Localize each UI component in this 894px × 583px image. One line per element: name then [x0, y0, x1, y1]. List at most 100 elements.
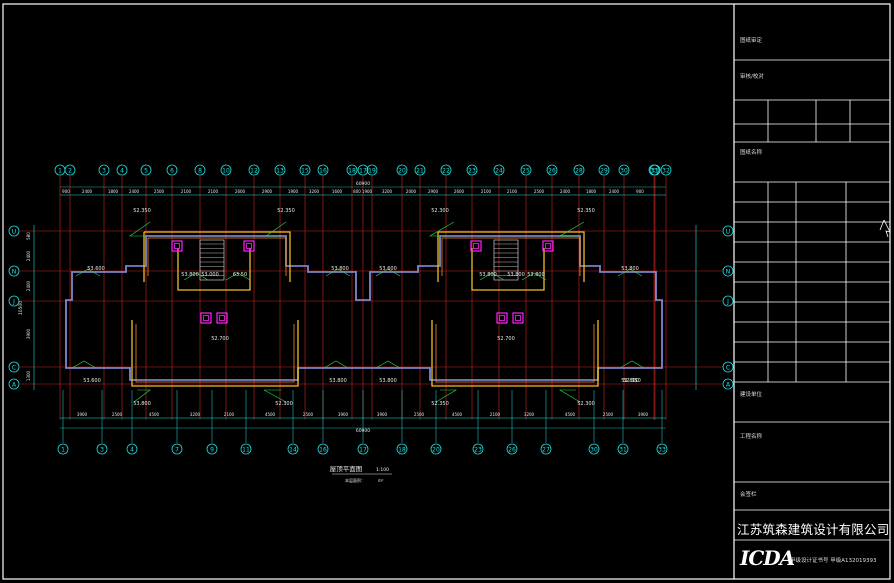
drawing-title: 屋顶平面图 [330, 465, 363, 473]
axis-label-top: 32 [662, 168, 670, 175]
roof-outline-inner [65, 235, 663, 381]
elevation-label: 52.300 [275, 401, 293, 407]
parapet-inner [135, 324, 295, 383]
roof-vent [243, 240, 255, 252]
dimension-label-top: 900 [636, 189, 644, 194]
axis-label-top: 19 [368, 168, 376, 175]
axis-label-right: A [726, 382, 731, 389]
elevation-label: 52.350 [277, 208, 295, 214]
roof-vent [216, 312, 228, 324]
dimension-label-top: 3200 [382, 189, 393, 194]
dimension-label-top: 1800 [586, 189, 597, 194]
dimension-label-bottom: 3900 [377, 412, 388, 417]
axis-label-top: 30 [620, 168, 628, 175]
roof-vent-inner [545, 243, 551, 249]
roof-vent-inner [515, 315, 521, 321]
dimension-label-bottom: 2500 [603, 412, 614, 417]
dimension-label-top: 2400 [82, 189, 93, 194]
cursor-icon [879, 219, 891, 238]
roof-vent-inner [219, 315, 225, 321]
roof-vent-inner [203, 315, 209, 321]
dimension-label-bottom: 3900 [77, 412, 88, 417]
axis-label-bottom: 20 [432, 447, 440, 454]
axis-label-top: 6 [170, 168, 174, 175]
dimension-label-top: 2900 [428, 189, 439, 194]
axis-label-top: 29 [600, 168, 608, 175]
drawing-subtitle-value: m² [378, 478, 384, 483]
dimension-label-bottom: 2500 [112, 412, 123, 417]
parapet-wall [177, 248, 251, 291]
axis-label-bottom: 17 [359, 447, 367, 454]
parapet-wall [471, 248, 545, 291]
axis-label-bottom: 31 [619, 447, 627, 454]
dimension-total-bottom: 60900 [356, 428, 370, 434]
dimension-label-top: 2400 [609, 189, 620, 194]
elevation-label: 53.800 [379, 378, 397, 384]
tb-field-signoff: 会签栏 [740, 492, 757, 498]
axis-label-right: J [726, 299, 729, 306]
axis-label-left: J [12, 299, 15, 306]
axis-label-top: 3 [102, 168, 106, 175]
dimension-label-top: 2500 [534, 189, 545, 194]
tb-field-project: 工程名称 [740, 434, 763, 440]
axis-label-top: 25 [522, 168, 530, 175]
dimension-label-top: 800 [353, 189, 361, 194]
axis-label-bottom: 30 [590, 447, 598, 454]
elevation-label: 53.800 [621, 266, 639, 272]
roof-vent-inner [473, 243, 479, 249]
axis-label-top: 10 [222, 168, 230, 175]
axis-label-bottom: 33 [658, 447, 666, 454]
axis-label-top: 20 [398, 168, 406, 175]
elevation-label: 53.600 [379, 266, 397, 272]
axis-label-bottom: 16 [319, 447, 327, 454]
tb-field-approval: 图纸审定 [740, 38, 763, 44]
elevation-label: 52.350 [623, 378, 641, 384]
axis-label-bottom: 27 [542, 447, 550, 454]
axis-label-bottom: 7 [175, 447, 179, 454]
parapet-inner [442, 237, 581, 276]
axis-label-bottom: 26 [508, 447, 516, 454]
elevation-label: 53.600 [87, 266, 105, 272]
elevation-label: 53.800 [329, 378, 347, 384]
axis-label-top: 21 [416, 168, 424, 175]
dimension-label-bottom: 4500 [565, 412, 576, 417]
dimension-label-top: 900 [62, 189, 70, 194]
axis-label-bottom: 3 [100, 447, 104, 454]
parapet-wall [131, 320, 299, 387]
tb-field-client: 建设单位 [740, 392, 763, 398]
roof-vent-inner [246, 243, 252, 249]
axis-label-top: 12 [250, 168, 258, 175]
parapet-inner [148, 237, 287, 276]
elevation-label: 52.350 [431, 401, 449, 407]
dimension-label-bottom: 3200 [524, 412, 535, 417]
elevation-label: 53.800 [133, 401, 151, 407]
drainage-slope-marker [428, 221, 455, 237]
axis-label-top: 24 [495, 168, 503, 175]
drainage-slope-marker [129, 221, 151, 237]
dimension-label-left: 2400 [26, 250, 31, 261]
dimension-label-top: 2600 [454, 189, 465, 194]
axis-label-left: A [12, 382, 17, 389]
dimension-label-top: 2100 [507, 189, 518, 194]
dimension-label-bottom: 3900 [638, 412, 649, 417]
elevation-label: 53.800 [527, 272, 545, 278]
dimension-label-top: 1900 [288, 189, 299, 194]
axis-label-top: 22 [442, 168, 450, 175]
elevation-label: 53.800 [507, 272, 525, 278]
elevation-label: 53.800 [331, 266, 349, 272]
dimension-label-top: 2900 [262, 189, 273, 194]
axis-label-bottom: 1 [61, 447, 65, 454]
dimension-label-bottom: 4500 [265, 412, 276, 417]
dimension-label-top: 3200 [309, 189, 320, 194]
roof-vent-inner [499, 315, 505, 321]
elevation-label: 63.50 [233, 272, 247, 278]
roof-vent [512, 312, 524, 324]
roof-vent [171, 240, 183, 252]
dimension-label-top: 2400 [560, 189, 571, 194]
axis-label-top: 1 [58, 168, 62, 175]
axis-label-bottom: 11 [242, 447, 250, 454]
dimension-label-top: 2100 [181, 189, 192, 194]
axis-label-top: 13 [276, 168, 284, 175]
elevation-label: 53.600 [83, 378, 101, 384]
dimension-label-bottom: 2100 [224, 412, 235, 417]
